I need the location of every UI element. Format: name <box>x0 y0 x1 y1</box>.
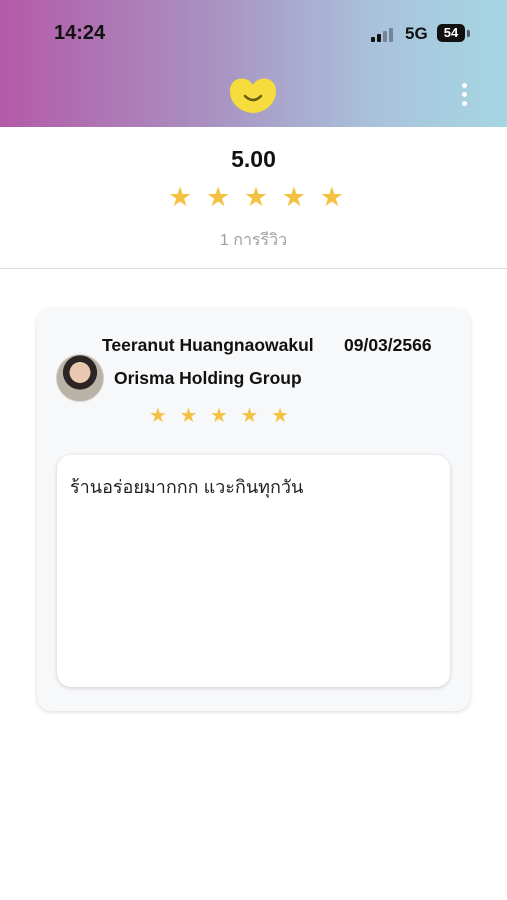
star-icon: ★ <box>240 405 259 427</box>
smile-heart-logo[interactable] <box>228 76 278 114</box>
reviewer-name: Teeranut Huangnaowakul <box>102 335 314 355</box>
battery-tip <box>467 30 470 37</box>
status-time: 14:24 <box>54 22 106 44</box>
network-label: 5G <box>405 24 428 43</box>
star-icon: ★ <box>179 405 198 427</box>
star-icon: ★ <box>271 405 289 427</box>
summary-rating-stars: ★ ★ ★ ★ ★ <box>168 183 344 211</box>
review-card[interactable]: Teeranut Huangnaowakul 09/03/2566 Orisma… <box>37 309 470 711</box>
star-icon: ★ <box>281 182 307 212</box>
signal-icon <box>371 28 397 42</box>
divider <box>0 268 507 269</box>
review-count: 1 การรีวิว <box>219 232 288 249</box>
average-score: 5.00 <box>231 146 276 172</box>
review-date: 09/03/2566 <box>344 335 432 355</box>
more-vertical-icon[interactable] <box>459 83 469 107</box>
company-name: Orisma Holding Group <box>114 368 302 388</box>
review-comment-box: ร้านอร่อยมากกก แวะกินทุกวัน <box>57 455 450 687</box>
star-icon: ★ <box>319 182 344 212</box>
star-icon: ★ <box>168 182 193 212</box>
star-icon: ★ <box>210 405 228 427</box>
battery-icon: 54 <box>437 24 465 42</box>
review-rating-stars: ★ ★ ★ ★ ★ <box>149 405 289 427</box>
star-icon: ★ <box>149 405 167 427</box>
star-icon: ★ <box>243 182 269 212</box>
review-comment: ร้านอร่อยมากกก แวะกินทุกวัน <box>70 477 304 497</box>
app-header: 14:24 5G 54 <box>0 0 507 127</box>
avatar[interactable] <box>56 354 104 402</box>
star-icon: ★ <box>205 182 231 212</box>
